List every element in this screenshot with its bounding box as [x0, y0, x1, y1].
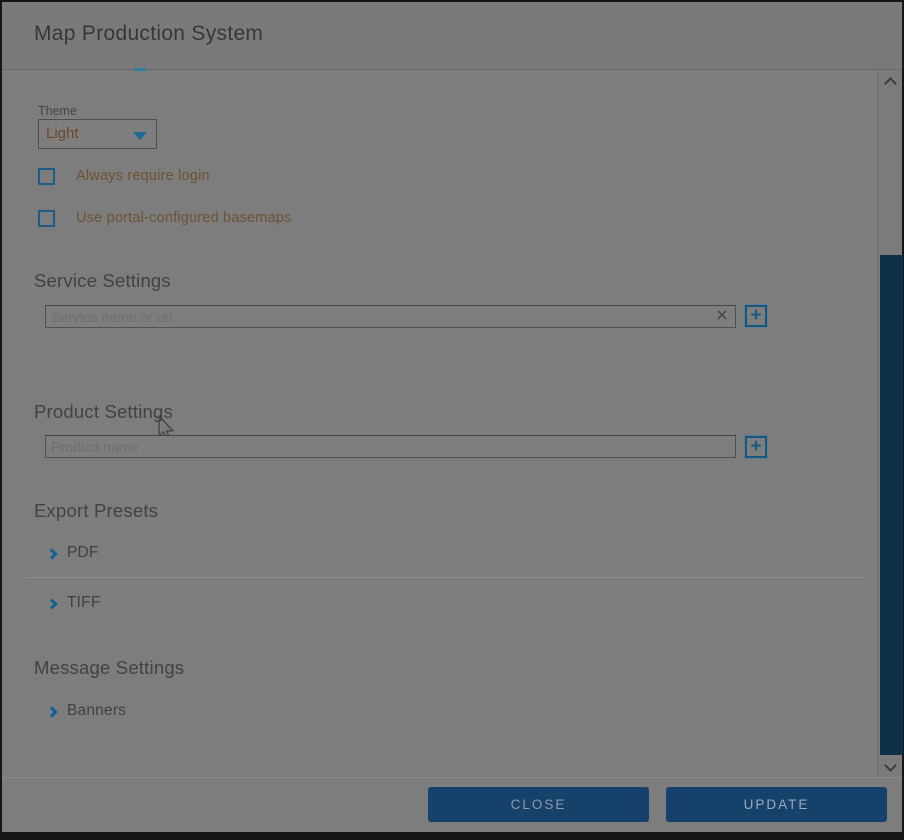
- map-production-dialog: Map Production System Theme Light Always…: [2, 2, 902, 832]
- checkbox-label: Always require login: [76, 168, 210, 184]
- pdf-expander[interactable]: PDF: [48, 543, 99, 563]
- theme-select-value: Light: [46, 125, 79, 142]
- portal-basemaps-checkbox[interactable]: [38, 210, 55, 227]
- add-service-button[interactable]: +: [745, 305, 767, 327]
- chevron-right-icon: [46, 706, 57, 717]
- service-name-input[interactable]: [45, 305, 736, 328]
- dialog-header: Map Production System: [2, 2, 902, 70]
- close-button[interactable]: CLOSE: [428, 787, 649, 822]
- chevron-down-icon: [133, 132, 147, 140]
- theme-select[interactable]: Light: [38, 119, 157, 149]
- product-name-input[interactable]: [45, 435, 736, 458]
- scroll-down-icon[interactable]: [884, 759, 897, 772]
- expander-label: PDF: [67, 544, 99, 562]
- expander-label: TIFF: [67, 594, 101, 612]
- always-require-login-checkbox[interactable]: [38, 168, 55, 185]
- clear-icon[interactable]: ×: [710, 304, 734, 328]
- banners-expander[interactable]: Banners: [48, 701, 126, 721]
- dialog-content: Theme Light Always require login Use por…: [2, 71, 877, 777]
- expander-label: Banners: [67, 702, 126, 720]
- dialog-footer: CLOSE UPDATE: [2, 777, 902, 832]
- vertical-scrollbar[interactable]: [877, 71, 902, 779]
- page-title: Map Production System: [34, 22, 263, 46]
- theme-label: Theme: [38, 104, 77, 118]
- chevron-right-icon: [46, 598, 57, 609]
- chevron-right-icon: [46, 548, 57, 559]
- service-settings-heading: Service Settings: [34, 270, 171, 292]
- tiff-expander[interactable]: TIFF: [48, 593, 101, 613]
- product-settings-heading: Product Settings: [34, 401, 173, 423]
- scrollbar-thumb[interactable]: [880, 255, 903, 755]
- update-button[interactable]: UPDATE: [666, 787, 887, 822]
- scroll-up-icon[interactable]: [884, 77, 897, 90]
- portal-basemaps-row: Use portal-configured basemaps: [38, 209, 292, 227]
- checkbox-label: Use portal-configured basemaps: [76, 210, 292, 226]
- always-require-login-row: Always require login: [38, 167, 210, 185]
- add-product-button[interactable]: +: [745, 436, 767, 458]
- divider: [26, 577, 866, 578]
- export-presets-heading: Export Presets: [34, 500, 158, 522]
- message-settings-heading: Message Settings: [34, 657, 184, 679]
